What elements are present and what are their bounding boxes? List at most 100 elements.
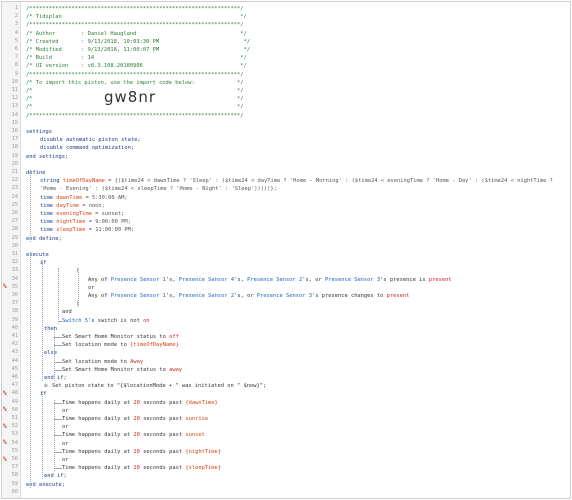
settings-end[interactable]: end settings; [26,153,68,161]
block-guide [58,268,59,324]
code-token: {dawnTime} [185,399,218,406]
code-token: = {($time24 < dawnTime ? 'Sleep' : ($tim… [104,178,553,185]
condition-presence[interactable]: Any of Presence Sensor 1's, Presence Sen… [88,276,452,284]
define-keyword[interactable]: define [26,169,45,177]
line-number: 28 [11,226,18,233]
code-token: on [143,317,150,324]
variable-definition[interactable]: string timeOfDayName = {($time24 < dawnT… [40,177,553,185]
or-operator[interactable]: or [62,456,69,464]
line-number: 31 [11,251,18,257]
setting-line[interactable]: disable automatic piston state; [40,136,141,144]
block-connector [54,337,62,338]
line-number: 29 [11,234,18,241]
code-token: /* Build : 14 */ [26,55,247,62]
line-number: 30 [11,242,18,249]
if-keyword[interactable]: if [40,390,47,398]
line-number: 25 [11,201,18,208]
time-variable[interactable]: time eveningTime = sunset; [40,210,124,218]
condition-marker-icon[interactable]: % [3,456,7,463]
block-connector [54,419,62,420]
or-operator[interactable]: or [62,440,69,448]
code-token: present [386,293,410,299]
variable-definition[interactable]: 'Home - Evening' : ($time24 < sleepTime … [40,185,277,193]
line-number: 15 [11,119,18,126]
header-comment[interactable]: /***************************************… [26,112,243,120]
line-number-gutter: 1 2 3 4 5 6 7 8 9 10 11 12 13 14 15 16 17 18 19 20 21 22 23 24 2… [2,2,21,498]
block-guide [42,391,43,480]
code-token: settings [26,129,52,135]
header-comment[interactable]: /* Author : Daniel Haugland */ [26,30,247,38]
header-comment[interactable]: /* Created : 9/13/2018, 10:03:30 PM */ [26,38,250,46]
code-token: or [62,424,69,431]
block-guide [42,260,43,381]
block-guide [30,170,31,242]
code-token: Set location mode to [62,358,131,365]
time-variable[interactable]: time dayTime = noon; [40,202,105,210]
or-operator[interactable]: or [88,284,95,292]
block-connector [54,402,62,404]
code-token: 's, [234,276,248,283]
line-number: 47 [11,382,18,389]
code-token: and [62,309,72,316]
time-condition[interactable]: Time happens daily at 20 seconds past {n… [62,448,221,456]
line-number: 21 [11,169,18,175]
code-token: disable automatic piston state; [40,137,141,144]
or-operator[interactable]: or [62,407,69,415]
code-token: then [44,325,57,332]
time-condition[interactable]: Time happens daily at 20 seconds past {s… [62,464,221,472]
line-number: 26 [11,210,18,216]
code-token: time [40,202,53,209]
time-condition[interactable]: Time happens daily at 20 seconds past su… [62,431,205,439]
time-condition[interactable]: Time happens daily at 20 seconds past {d… [62,399,218,407]
condition-marker-icon[interactable]: % [3,283,7,290]
header-comment[interactable]: /* UI version : v0.3.108.20180906 */ [26,62,247,70]
code-token: or [62,457,69,463]
header-comment[interactable]: /***************************************… [26,21,243,29]
code-token: disable command optimization; [40,145,135,152]
time-condition[interactable]: Time happens daily at 20 seconds past su… [62,415,208,423]
define-end[interactable]: end define; [26,235,62,243]
condition-marker-icon[interactable]: % [3,439,7,446]
action-line[interactable]: Set location mode to {timeOfDayName} [62,341,179,349]
condition-marker-icon[interactable]: % [3,423,7,430]
action-line[interactable]: Set piston state to "{$locationMode + " … [52,382,266,390]
action-line[interactable]: Set Smart Home Monitor status to off [62,333,179,341]
end-if[interactable]: end if; [44,472,67,480]
time-variable[interactable]: time sleepTime = 11:00:00 PM; [40,226,134,234]
action-line[interactable]: Set location mode to Away [62,358,143,366]
code-token: dawnTime [56,194,83,201]
header-comment[interactable]: /* To import this piston, use the import… [26,79,243,87]
line-number: 42 [11,341,18,348]
setting-line[interactable]: disable command optimization; [40,144,134,152]
time-variable[interactable]: time nightTime = 9:00:00 PM; [40,218,131,226]
if-keyword[interactable]: if [40,259,47,267]
else-keyword[interactable]: else [44,349,57,357]
header-comment[interactable]: /* Modified : 9/13/2018, 11:00:07 PM */ [26,46,250,54]
condition-marker-icon[interactable]: % [3,406,7,413]
code-token: or [62,440,69,447]
condition-presence-change[interactable]: Any of Presence Sensor 1's, Presence Sen… [88,292,409,300]
block-connector [54,435,62,437]
or-operator[interactable]: or [62,423,69,431]
time-variable[interactable]: time dawnTime = 5:30:00 AM; [40,194,128,202]
and-operator[interactable]: and [62,308,72,316]
code-token: 's switch is not [87,317,144,324]
code-token: seconds past [139,416,186,422]
header-comment[interactable]: /***************************************… [26,71,243,79]
line-number: 8 [14,62,18,69]
code-token: away [169,366,183,373]
condition-marker-icon[interactable]: % [3,390,7,397]
header-comment[interactable]: /* Build : 14 */ [26,54,247,62]
code-token: if [40,391,47,398]
header-comment[interactable]: /***************************************… [26,5,243,13]
action-line[interactable]: Set Smart Home Monitor status to away [62,366,182,374]
code-token: = 5:30:00 AM; [82,194,128,201]
execute-end[interactable]: end execute; [26,481,65,489]
code-token: nightTime [56,219,86,226]
settings-keyword[interactable]: settings [26,128,52,136]
condition-switch[interactable]: Switch 5's switch is not on [62,317,150,325]
header-comment[interactable]: /* Tidsplan */ [26,13,247,21]
then-keyword[interactable]: then [44,325,57,333]
code-token: else [44,350,57,357]
line-number: 60 [11,488,18,495]
